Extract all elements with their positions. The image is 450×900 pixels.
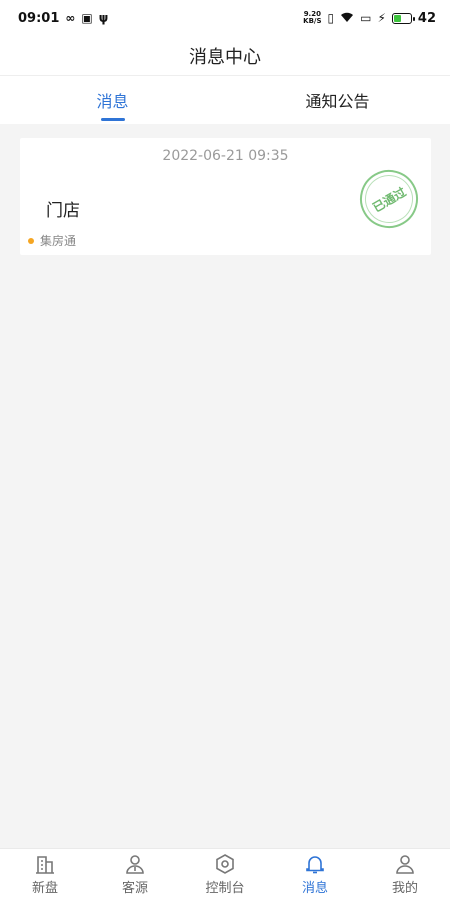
nav-messages[interactable]: 消息: [270, 849, 360, 900]
tab-messages[interactable]: 消息: [0, 76, 225, 124]
bottom-nav: 新盘 客源 控制台 消息 我的: [0, 848, 450, 900]
net-speed: 9.20 KB/S: [303, 10, 322, 25]
status-bar: 09:01 ∞ ▣ ψ 9.20 KB/S ▯ ▭ ⚡ 42: [0, 0, 450, 36]
source-label: 集房通: [40, 234, 77, 248]
nav-profile[interactable]: 我的: [360, 849, 450, 900]
wifi-icon: [340, 12, 354, 25]
status-right: 9.20 KB/S ▯ ▭ ⚡ 42: [303, 11, 436, 26]
infinity-icon: ∞: [65, 11, 76, 25]
screen-icon: ▭: [360, 11, 372, 25]
android-icon: ▣: [81, 11, 93, 25]
message-title: 门店: [46, 201, 80, 221]
source-dot-icon: [28, 237, 34, 244]
stamp-label: 已通过: [370, 184, 409, 215]
message-card[interactable]: 2022-06-21 09:35 门店 集房通 已通过: [20, 138, 431, 255]
title-bar: 消息中心: [0, 36, 450, 76]
status-left: 09:01 ∞ ▣ ψ: [18, 11, 108, 26]
charging-icon: ⚡: [377, 11, 386, 25]
tab-bar: 消息 通知公告: [0, 76, 450, 124]
battery-icon: [391, 12, 415, 24]
building-icon: [36, 856, 54, 874]
approved-stamp: 已通过: [349, 159, 429, 239]
bell-icon: [306, 856, 324, 874]
tab-announcements[interactable]: 通知公告: [225, 76, 450, 124]
user-icon: [396, 855, 414, 874]
page-title: 消息中心: [189, 46, 261, 68]
nav-new-projects[interactable]: 新盘: [0, 849, 90, 900]
message-time: 2022-06-21 09:35: [162, 148, 289, 164]
nav-clients[interactable]: 客源: [90, 849, 180, 900]
message-source: 集房通: [28, 232, 76, 249]
nav-console[interactable]: 控制台: [180, 849, 270, 900]
battery-level: 42: [417, 10, 436, 26]
hexagon-icon: [216, 854, 234, 874]
vibrate-icon: ▯: [327, 11, 335, 25]
usb-icon: ψ: [98, 11, 109, 25]
message-list: 2022-06-21 09:35 门店 集房通 已通过: [0, 124, 450, 848]
clock: 09:01: [18, 10, 60, 26]
person-icon: [126, 855, 144, 874]
